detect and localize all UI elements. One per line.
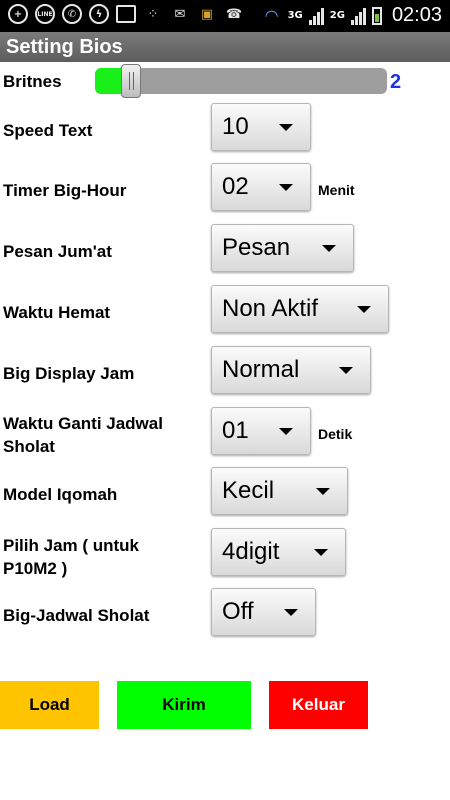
- clock: 02:03: [391, 4, 442, 26]
- chevron-down-icon: [284, 608, 298, 616]
- chevron-down-icon: [322, 244, 336, 252]
- big-display-jam-label: Big Display Jam: [3, 364, 135, 383]
- speed-text-value: 10: [222, 113, 249, 140]
- big-jadwal-sholat-dropdown[interactable]: Off: [211, 588, 316, 636]
- speed-text-label: Speed Text: [3, 121, 93, 140]
- chevron-down-icon: [279, 427, 293, 435]
- big-display-jam-dropdown[interactable]: Normal: [211, 346, 371, 394]
- messenger-icon: ϟ: [89, 4, 109, 24]
- chevron-down-icon: [279, 123, 293, 131]
- gallery-icon: [116, 5, 136, 23]
- network-3g-label: 3G: [287, 10, 303, 21]
- timer-big-hour-label: Timer Big-Hour: [3, 181, 127, 200]
- waktu-hemat-dropdown[interactable]: Non Aktif: [211, 285, 389, 333]
- pilih-jam-label: Pilih Jam ( untuk P10M2 ): [3, 536, 140, 578]
- chevron-down-icon: [314, 548, 328, 556]
- bbm-icon: ⁘: [147, 6, 159, 22]
- waktu-hemat-label: Waktu Hemat: [3, 303, 111, 322]
- pesan-jumat-dropdown[interactable]: Pesan: [211, 224, 354, 272]
- waktu-ganti-jadwal-dropdown[interactable]: 01: [211, 407, 311, 455]
- model-iqomah-label: Model Iqomah: [3, 485, 118, 504]
- pesan-jumat-label: Pesan Jum'at: [3, 242, 112, 261]
- pilih-jam-value: 4digit: [222, 538, 280, 565]
- waktu-ganti-jadwal-unit: Detik: [318, 426, 353, 442]
- pilih-jam-dropdown[interactable]: 4digit: [211, 528, 346, 576]
- timer-big-hour-dropdown[interactable]: 02: [211, 163, 311, 211]
- load-button[interactable]: Load: [0, 681, 99, 729]
- model-iqomah-dropdown[interactable]: Kecil: [211, 467, 348, 515]
- network-2g-label: 2G: [329, 10, 345, 21]
- keluar-button[interactable]: Keluar: [269, 681, 368, 729]
- waktu-ganti-jadwal-label: Waktu Ganti Jadwal Sholat: [3, 414, 163, 456]
- mail-icon: ✉: [174, 6, 186, 22]
- timer-big-hour-unit: Menit: [318, 182, 355, 198]
- page-title: Setting Bios: [0, 32, 450, 62]
- signal-3g-icon: [308, 7, 324, 25]
- line-icon: LINE: [35, 4, 55, 24]
- big-display-jam-value: Normal: [222, 356, 300, 383]
- waktu-ganti-jadwal-value: 01: [222, 417, 249, 444]
- chevron-down-icon: [339, 366, 353, 374]
- wifi-icon: ◠: [264, 6, 279, 25]
- timer-big-hour-value: 02: [222, 173, 249, 200]
- chevron-down-icon: [279, 183, 293, 191]
- chevron-down-icon: [357, 305, 371, 313]
- waktu-hemat-value: Non Aktif: [222, 295, 319, 322]
- kirim-button[interactable]: Kirim: [117, 681, 251, 729]
- gift-icon: ▣: [200, 6, 214, 22]
- brightness-value: 2: [390, 71, 402, 93]
- notification-icons: + LINE ✆ ϟ ⁘ ✉ ▣ ☎: [8, 4, 244, 24]
- brightness-label: Britnes: [3, 72, 62, 91]
- signal-2g-icon: [350, 7, 366, 25]
- big-jadwal-sholat-label: Big-Jadwal Sholat: [3, 606, 150, 625]
- big-jadwal-sholat-value: Off: [222, 598, 254, 625]
- status-bar: + LINE ✆ ϟ ⁘ ✉ ▣ ☎ ◠ 3G 2G 02:03: [0, 0, 450, 32]
- brightness-slider-thumb[interactable]: [121, 64, 141, 98]
- add-icon: +: [8, 4, 28, 24]
- battery-icon: [371, 6, 382, 25]
- missed-call-icon: ☎: [225, 6, 243, 22]
- pesan-jumat-value: Pesan: [222, 234, 291, 261]
- model-iqomah-value: Kecil: [222, 477, 275, 504]
- chevron-down-icon: [316, 487, 330, 495]
- speed-text-dropdown[interactable]: 10: [211, 103, 311, 151]
- whatsapp-icon: ✆: [62, 4, 82, 24]
- system-icons: ◠ 3G 2G 02:03: [262, 4, 442, 27]
